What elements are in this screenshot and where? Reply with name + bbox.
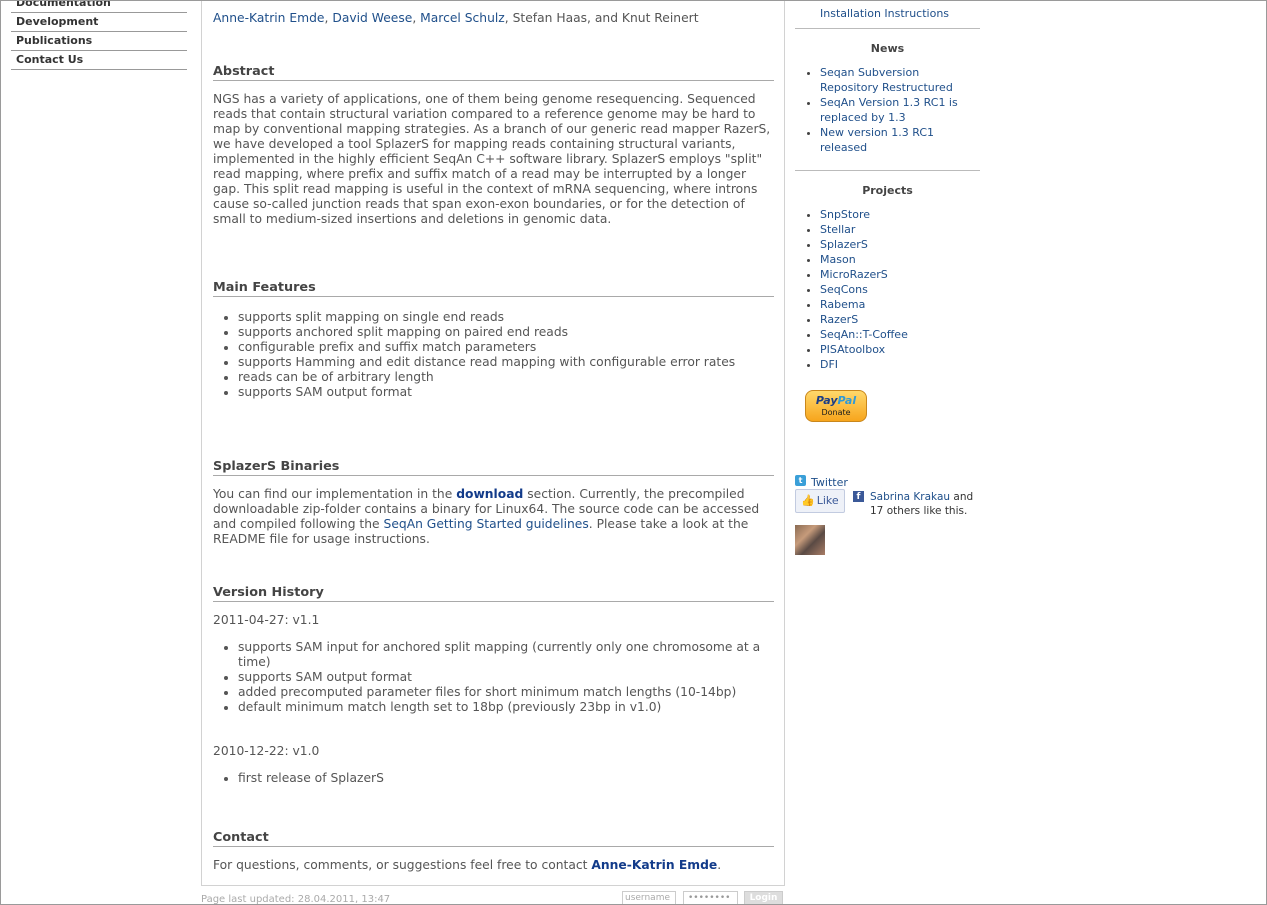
list-item: supports split mapping on single end rea… [238,310,774,325]
list-item: supports Hamming and edit distance read … [238,355,774,370]
author-link[interactable]: David Weese [332,11,412,25]
binaries-heading: SplazerS Binaries [213,459,774,476]
text-fragment: and [950,491,974,503]
installation-link[interactable]: Installation Instructions [820,7,949,20]
download-link[interactable]: download [456,487,523,501]
v10-list: first release of SplazerS [213,771,774,786]
abstract-text: NGS has a variety of applications, one o… [213,92,771,226]
project-link[interactable]: Mason [820,253,856,266]
paypal-donate-button[interactable]: PayPal Donate [805,390,867,422]
version-label: 2011-04-27: v1.1 [213,613,320,627]
list-item: SeqCons [820,282,980,297]
list-item: SnpStore [820,207,980,222]
list-item: SeqAn Version 1.3 RC1 is replaced by 1.3 [820,95,980,125]
list-item: New version 1.3 RC1 released [820,125,980,155]
news-list: Seqan Subversion Repository Restructured… [795,65,980,155]
v11-list: supports SAM input for anchored split ma… [213,640,774,715]
list-item: DFI [820,357,980,372]
nav-item-development[interactable]: Development [11,13,187,32]
list-item: default minimum match length set to 18bp… [238,700,774,715]
twitter-icon: t [795,475,806,486]
abstract-heading: Abstract [213,64,774,81]
author-separator: , [504,11,513,25]
last-updated: Page last updated: 28.04.2011, 13:47 [201,894,391,905]
author-separator: , [412,11,421,25]
twitter-link[interactable]: Twitter [811,476,848,489]
list-item: supports SAM output format [238,385,774,400]
author-link[interactable]: Anne-Katrin Emde [213,11,325,25]
thumbs-up-icon: 👍 [801,494,815,507]
divider [795,170,980,171]
list-item: Rabema [820,297,980,312]
text-fragment: You can find our implementation in the [213,487,457,501]
version-history-heading: Version History [213,585,774,602]
facebook-like-button[interactable]: 👍 Like [795,489,845,513]
news-heading: News [870,42,905,55]
project-link[interactable]: RazerS [820,313,858,326]
text-fragment: For questions, comments, or suggestions … [213,858,592,872]
list-item: Stellar [820,222,980,237]
list-item: SplazerS [820,237,980,252]
text-fragment: 17 others like this. [870,505,968,517]
divider [795,28,980,29]
list-item: SeqAn::T-Coffee [820,327,980,342]
project-link[interactable]: DFI [820,358,838,371]
facebook-like-text: Sabrina Krakau and 17 others like this. [870,490,980,518]
left-navigation: Documentation Development Publications C… [11,0,187,70]
list-item: MicroRazerS [820,267,980,282]
password-field[interactable]: •••••••• [683,891,738,905]
getting-started-link[interactable]: SeqAn Getting Started guidelines [384,517,589,531]
author-list: Anne-Katrin Emde, David Weese, Marcel Sc… [213,11,699,26]
list-item: RazerS [820,312,980,327]
list-item: reads can be of arbitrary length [238,370,774,385]
donate-label: Donate [821,408,851,417]
nav-item-documentation[interactable]: Documentation [11,0,187,13]
login-button[interactable]: Login [744,891,783,905]
project-link[interactable]: SeqCons [820,283,868,296]
features-list: supports split mapping on single end rea… [213,310,774,400]
list-item: added precomputed parameter files for sh… [238,685,774,700]
news-link[interactable]: SeqAn Version 1.3 RC1 is replaced by 1.3 [820,96,958,124]
features-heading: Main Features [213,280,774,297]
list-item: configurable prefix and suffix match par… [238,340,774,355]
project-link[interactable]: SeqAn::T-Coffee [820,328,908,341]
version-label: 2010-12-22: v1.0 [213,744,320,758]
contact-text: For questions, comments, or suggestions … [213,858,776,873]
contact-link[interactable]: Anne-Katrin Emde [591,858,717,872]
contact-heading: Contact [213,830,774,847]
author-plain: Stefan Haas, and Knut Reinert [512,11,699,25]
binaries-text: You can find our implementation in the d… [213,487,776,547]
project-link[interactable]: PISAtoolbox [820,343,885,356]
paypal-pal-text: Pal [837,394,857,407]
news-link[interactable]: Seqan Subversion Repository Restructured [820,66,953,94]
projects-list: SnpStore Stellar SplazerS Mason MicroRaz… [795,207,980,372]
paypal-logo: PayPal [806,393,866,408]
author-link[interactable]: Marcel Schulz [420,11,505,25]
facebook-person-link[interactable]: Sabrina Krakau [870,491,950,503]
nav-item-publications[interactable]: Publications [11,32,187,51]
list-item: Mason [820,252,980,267]
list-item: supports SAM output format [238,670,774,685]
list-item: supports SAM input for anchored split ma… [238,640,774,670]
list-item: supports anchored split mapping on paire… [238,325,774,340]
main-content: Anne-Katrin Emde, David Weese, Marcel Sc… [201,0,785,886]
avatar[interactable] [795,525,825,555]
news-link[interactable]: New version 1.3 RC1 released [820,126,934,154]
list-item: PISAtoolbox [820,342,980,357]
nav-item-contact-us[interactable]: Contact Us [11,51,187,70]
project-link[interactable]: Rabema [820,298,865,311]
project-link[interactable]: SnpStore [820,208,870,221]
paypal-pay-text: Pay [815,394,838,407]
facebook-icon: f [853,491,864,502]
project-link[interactable]: MicroRazerS [820,268,888,281]
projects-heading: Projects [862,184,913,197]
project-link[interactable]: Stellar [820,223,855,236]
list-item: Seqan Subversion Repository Restructured [820,65,980,95]
list-item: first release of SplazerS [238,771,774,786]
project-link[interactable]: SplazerS [820,238,868,251]
like-label: Like [816,494,839,507]
username-field[interactable]: username [622,891,676,905]
text-fragment: . [717,858,722,872]
